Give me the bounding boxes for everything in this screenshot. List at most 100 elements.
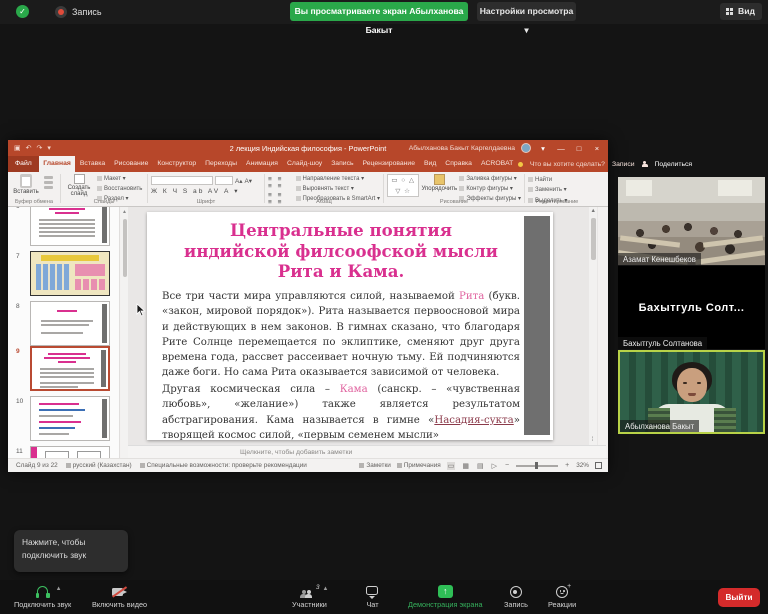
shrink-font-icon[interactable]: А▾ <box>244 177 251 185</box>
participant-tile-1[interactable]: Азамат Кенешбеков <box>618 177 765 265</box>
scrollbar-thumb[interactable] <box>591 218 596 260</box>
view-button[interactable]: Вид <box>720 3 762 20</box>
grow-font-icon[interactable]: А▴ <box>235 177 242 185</box>
ribbon-tab[interactable]: Справка <box>441 156 477 172</box>
notes-placeholder[interactable]: Щелкните, чтобы добавить заметки <box>240 449 352 456</box>
ribbon-tab[interactable]: Главная <box>39 156 76 172</box>
participants-caret-icon[interactable]: ▲ <box>322 586 328 592</box>
slide-thumbnail-7[interactable] <box>30 251 110 296</box>
zoom-slider[interactable] <box>516 465 558 467</box>
slide-thumbnail-10[interactable] <box>30 396 110 441</box>
ribbon-tab[interactable]: Переходы <box>201 156 242 172</box>
language-status[interactable]: русский (Казахстан) <box>66 462 132 469</box>
audio-options-caret-icon[interactable]: ▲ <box>56 586 62 592</box>
ribbon-options-icon[interactable]: ▾ <box>537 144 549 153</box>
minimize-button[interactable]: — <box>555 144 567 153</box>
account-name[interactable]: Абылханова Бакыт Каргелдаевна <box>409 145 515 152</box>
zoom-percent[interactable]: 32% <box>576 462 589 469</box>
accessibility-status[interactable]: Специальные возможности: проверьте реком… <box>140 462 307 469</box>
reactions-icon: + <box>556 586 568 598</box>
font-size-box[interactable] <box>215 176 233 185</box>
zoom-slider-thumb[interactable] <box>535 462 538 469</box>
arrange-button[interactable]: Упорядочить <box>422 174 456 198</box>
reset-button[interactable]: Восстановить <box>97 186 142 194</box>
ribbon-tab[interactable]: Анимация <box>242 156 283 172</box>
shape-outline-button[interactable]: Контур фигуры ▾ <box>459 186 521 194</box>
font-format-buttons[interactable]: Ж К Ч S ab AV А ▾ <box>151 187 252 195</box>
new-slide-button[interactable]: Создать слайд <box>64 174 94 198</box>
reactions-button[interactable]: + Реакции <box>548 584 576 609</box>
ribbon-tab[interactable]: Рисование <box>110 156 153 172</box>
drawing-group: ▭ ○ △ ▽ ☆ ◇ □ ○ ← → Упорядочить Заливка … <box>384 172 524 206</box>
paste-button[interactable]: Вставить <box>11 174 41 198</box>
start-video-button[interactable]: Включить видео <box>92 584 147 609</box>
list-buttons[interactable]: ≡ ≡ ≡ ≡ <box>268 176 293 190</box>
close-button[interactable]: × <box>591 144 603 153</box>
ribbon-tab[interactable]: Вставка <box>75 156 109 172</box>
scroll-up-icon[interactable]: ▲ <box>591 208 596 214</box>
cut-icon[interactable] <box>44 176 53 179</box>
fit-slide-button[interactable] <box>595 462 602 469</box>
share-button[interactable]: Поделиться <box>655 161 693 168</box>
undo-icon[interactable]: ↶ <box>26 144 32 152</box>
participants-button[interactable]: 3 ▲ Участники <box>292 584 327 609</box>
slide-thumbnail-11[interactable] <box>30 446 110 458</box>
slide-thumbnail-6[interactable] <box>30 207 110 246</box>
align-text-icon <box>296 186 301 191</box>
format-painter-icon[interactable] <box>44 186 53 189</box>
scroll-up-icon[interactable]: ▲ <box>122 209 127 215</box>
join-audio-button[interactable]: ▲ Подключить звук <box>14 584 71 609</box>
shapes-gallery[interactable]: ▭ ○ △ ▽ ☆ ◇ □ ○ ← → <box>387 174 419 197</box>
restore-button[interactable]: □ <box>573 144 585 153</box>
slide-nav-buttons[interactable]: ⁞ <box>592 437 594 443</box>
slideshow-button[interactable]: ▷ <box>491 462 498 470</box>
ribbon-tab[interactable]: Вид <box>420 156 441 172</box>
normal-view-button[interactable]: ▭ <box>447 462 456 470</box>
leave-button[interactable]: Выйти <box>718 588 760 607</box>
ribbon-tab[interactable]: Рецензирование <box>358 156 419 172</box>
replace-button[interactable]: Заменить ▾ <box>528 187 567 195</box>
text-direction-button[interactable]: Направление текста ▾ <box>296 176 380 184</box>
record-button[interactable]: Запись <box>504 584 528 609</box>
slide-thumbnail-8[interactable] <box>30 301 110 346</box>
share-screen-button[interactable]: ↑ Демонстрация экрана <box>408 584 483 609</box>
slide-number-selected: 9 <box>16 348 20 355</box>
ribbon-tab[interactable]: ACROBAT <box>476 156 517 172</box>
scrollbar-thumb[interactable] <box>123 219 127 277</box>
slide-thumbnail-9-selected[interactable] <box>30 346 110 391</box>
shape-fill-button[interactable]: Заливка фигуры ▾ <box>459 176 521 184</box>
tell-me-hint[interactable]: Что вы хотите сделать? <box>530 161 605 168</box>
qat-dropdown-icon[interactable]: ▾ <box>47 144 51 152</box>
find-button[interactable]: Найти <box>528 177 567 185</box>
ribbon-tab[interactable]: Слайд-шоу <box>282 156 326 172</box>
save-icon[interactable]: ▣ <box>14 144 21 152</box>
thumbnail-scrollbar[interactable]: ▲ <box>121 207 128 458</box>
participant-tile-3-active-speaker[interactable]: Абылханова Бакыт <box>618 350 765 434</box>
slide-canvas: Центральные понятия индийской филсоофско… <box>128 207 598 445</box>
join-audio-label: Подключить звук <box>14 600 71 609</box>
participant-tile-2[interactable]: Бахытгуль Солт... Бахытгуль Солтанова <box>618 266 765 349</box>
reading-view-button[interactable]: ▤ <box>476 462 485 470</box>
align-text-button[interactable]: Выровнять текст ▾ <box>296 186 380 194</box>
copy-icon[interactable] <box>44 181 53 184</box>
account-avatar[interactable] <box>521 143 531 153</box>
ribbon-tab[interactable]: Файл <box>8 156 39 172</box>
font-group: А▴ А▾ Ж К Ч S ab AV А ▾ Шрифт <box>148 172 264 206</box>
security-shield-icon[interactable]: ✓ <box>16 5 29 18</box>
zoom-in-button[interactable]: + <box>564 462 570 469</box>
zoom-out-button[interactable]: − <box>504 462 510 469</box>
font-name-box[interactable] <box>151 176 213 185</box>
current-slide[interactable]: Центральные понятия индийской филсоофско… <box>147 212 553 440</box>
view-options-button[interactable]: Настройки просмотра ▾ <box>477 2 576 21</box>
comments-toggle[interactable]: Примечания <box>397 462 441 469</box>
slide-sorter-view-button[interactable]: ▦ <box>461 462 470 470</box>
records-button[interactable]: Записи <box>612 161 635 168</box>
chat-button[interactable]: Чат <box>366 584 379 609</box>
notes-pane[interactable]: Щелкните, чтобы добавить заметки <box>128 445 606 458</box>
canvas-scrollbar[interactable]: ▲ ⁞ <box>589 207 597 445</box>
redo-icon[interactable]: ↷ <box>37 144 43 152</box>
layout-button[interactable]: Макет ▾ <box>97 176 142 184</box>
ribbon-tab[interactable]: Конструктор <box>153 156 201 172</box>
notes-toggle[interactable]: Заметки <box>359 462 390 469</box>
ribbon-tab[interactable]: Запись <box>327 156 358 172</box>
